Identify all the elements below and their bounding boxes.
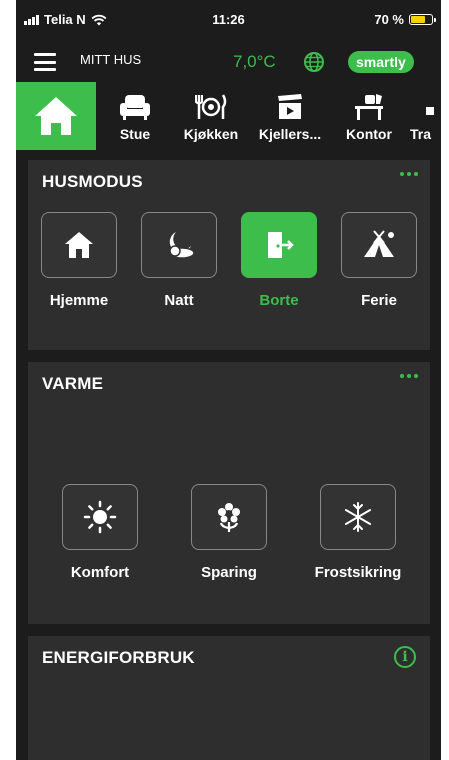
app-screen: Telia N 11:26 70 % MITT HUS 7,0°C smartl…	[16, 0, 441, 760]
heat-sparing[interactable]: Sparing	[184, 484, 274, 581]
mode-label: Natt	[164, 292, 194, 309]
energi-card: ENERGIFORBRUK i	[28, 636, 430, 760]
mode-label: Hjemme	[49, 292, 109, 309]
globe-icon[interactable]	[303, 51, 325, 73]
room-label: Kontor	[346, 126, 392, 142]
heat-button[interactable]	[320, 484, 396, 550]
card-title: VARME	[42, 374, 104, 393]
more-options-icon[interactable]	[400, 374, 418, 378]
room-tabs: Stue Kjøkken Kjellers... Kontor Tra	[16, 82, 441, 150]
sun-icon	[83, 500, 117, 534]
mode-button-active[interactable]	[241, 212, 317, 278]
armchair-icon	[120, 95, 150, 120]
heat-frostsikring[interactable]: Frostsikring	[313, 484, 403, 581]
tab-kjokken[interactable]: Kjøkken	[174, 82, 248, 150]
desk-chair-icon	[355, 94, 383, 120]
heat-button[interactable]	[62, 484, 138, 550]
tab-stue[interactable]: Stue	[96, 82, 174, 150]
outdoor-temperature: 7,0°C	[233, 52, 276, 71]
snowflake-icon	[344, 502, 372, 532]
mode-ferie[interactable]: Ferie	[334, 212, 424, 309]
heat-label: Sparing	[201, 564, 257, 581]
room-label: Tra	[410, 126, 432, 142]
tab-tra[interactable]: Tra	[406, 82, 441, 150]
room-label: Kjellers...	[258, 126, 322, 142]
mode-button[interactable]	[141, 212, 217, 278]
info-icon[interactable]: i	[394, 646, 416, 668]
varme-card: VARME Komfort Sparing Frostsikring	[28, 362, 430, 624]
tv-icon	[278, 94, 302, 119]
tab-kjeller[interactable]: Kjellers...	[248, 82, 332, 150]
mode-label: Ferie	[361, 292, 397, 309]
tab-kontor[interactable]: Kontor	[332, 82, 406, 150]
dining-icon	[195, 94, 227, 119]
room-icon	[426, 107, 434, 115]
mode-borte[interactable]: Borte	[234, 212, 324, 309]
more-options-icon[interactable]	[400, 172, 418, 176]
card-title: HUSMODUS	[42, 172, 143, 191]
battery-percent: 70 %	[374, 12, 404, 27]
mode-hjemme[interactable]: Hjemme	[34, 212, 124, 309]
status-right: 70 %	[374, 12, 436, 27]
door-exit-icon	[268, 232, 294, 258]
mode-button[interactable]	[41, 212, 117, 278]
flower-icon	[218, 503, 240, 532]
tab-home[interactable]	[16, 82, 96, 150]
app-header: MITT HUS 7,0°C smartly	[16, 40, 441, 82]
hamburger-menu-icon[interactable]	[34, 53, 56, 71]
brand-badge[interactable]: smartly	[348, 51, 414, 73]
moon-cloud-icon	[169, 232, 195, 259]
husmodus-card: HUSMODUS Hjemme Natt Borte Ferie	[28, 160, 430, 350]
house-icon	[65, 232, 93, 258]
tent-icon	[364, 230, 394, 257]
battery-icon	[409, 14, 436, 25]
battery-fill	[411, 16, 425, 23]
mode-label: Borte	[259, 292, 299, 309]
mode-button[interactable]	[341, 212, 417, 278]
room-label: Stue	[119, 126, 151, 142]
card-title: ENERGIFORBRUK	[42, 648, 195, 667]
heat-komfort[interactable]: Komfort	[55, 484, 145, 581]
mode-natt[interactable]: Natt	[134, 212, 224, 309]
room-label: Kjøkken	[183, 126, 239, 142]
house-icon	[35, 97, 77, 135]
status-bar: Telia N 11:26 70 %	[16, 0, 441, 40]
heat-label: Frostsikring	[314, 564, 402, 581]
home-name[interactable]: MITT HUS	[80, 52, 141, 67]
heat-button[interactable]	[191, 484, 267, 550]
heat-label: Komfort	[70, 564, 130, 581]
